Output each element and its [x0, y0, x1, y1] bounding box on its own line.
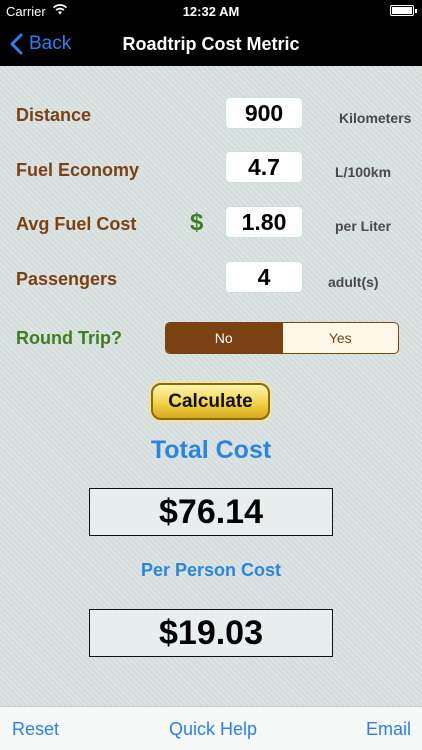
per-person-value: $19.03 [89, 609, 333, 657]
passengers-label: Passengers [16, 269, 118, 289]
page-title: Roadtrip Cost Metric [122, 34, 300, 54]
round-trip-label: Round Trip? [16, 328, 122, 348]
passengers-unit: adult(s) [328, 274, 379, 290]
total-cost-title: Total Cost [150, 436, 272, 464]
fuel-economy-field[interactable]: 4.7 [225, 151, 303, 183]
battery-icon [390, 5, 417, 16]
per-person-title: Per Person Cost [140, 560, 282, 580]
round-trip-toggle: No Yes [165, 322, 399, 354]
fuel-economy-unit: L/100km [335, 164, 392, 180]
distance-field[interactable]: 900 [225, 97, 303, 129]
round-trip-yes-option[interactable]: Yes [281, 323, 399, 353]
bottom-toolbar: Reset Quick Help Email [0, 706, 422, 750]
quick-help-button[interactable]: Quick Help [169, 707, 257, 750]
reset-button[interactable]: Reset [12, 707, 59, 750]
fuel-economy-label: Fuel Economy [16, 160, 140, 180]
status-bar: Carrier 12:32 AM [0, 0, 422, 22]
fuel-cost-label: Avg Fuel Cost [16, 214, 137, 234]
fuel-cost-unit: per Liter [335, 218, 392, 234]
navigation-bar: Back Roadtrip Cost Metric [0, 22, 422, 66]
round-trip-no-option[interactable]: No [166, 323, 282, 353]
total-cost-value: $76.14 [89, 488, 333, 536]
email-button[interactable]: Email [366, 707, 411, 750]
clock: 12:32 AM [182, 4, 240, 19]
currency-symbol: $ [190, 209, 204, 236]
distance-label: Distance [16, 105, 92, 125]
fuel-cost-field[interactable]: 1.80 [225, 206, 303, 238]
passengers-field[interactable]: 4 [225, 261, 303, 293]
calculator-panel: Distance 900 Kilometers Fuel Economy 4.7… [0, 66, 422, 706]
calculate-button[interactable]: Calculate [151, 383, 270, 420]
distance-unit: Kilometers [339, 110, 412, 126]
